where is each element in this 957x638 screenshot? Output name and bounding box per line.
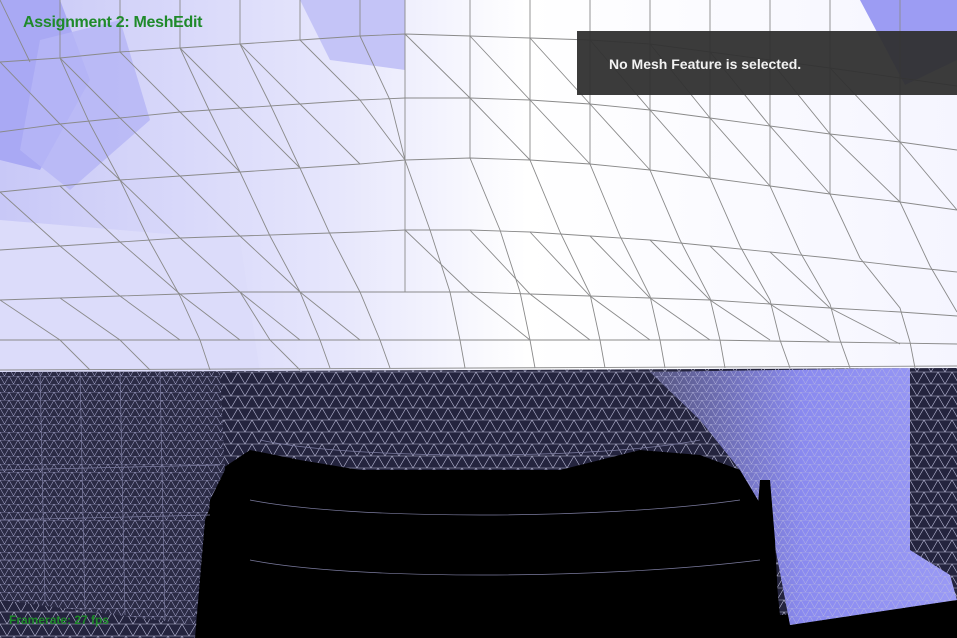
- selection-status-text: No Mesh Feature is selected.: [609, 56, 802, 72]
- mesh-viewport[interactable]: Assignment 2: MeshEdit No Mesh Feature i…: [0, 0, 957, 638]
- selection-info-panel: No Mesh Feature is selected.: [577, 31, 957, 95]
- mesh-canvas[interactable]: [0, 0, 957, 638]
- framerate-readout: Framerate: 27 fps: [9, 613, 110, 627]
- app-title: Assignment 2: MeshEdit: [23, 14, 203, 31]
